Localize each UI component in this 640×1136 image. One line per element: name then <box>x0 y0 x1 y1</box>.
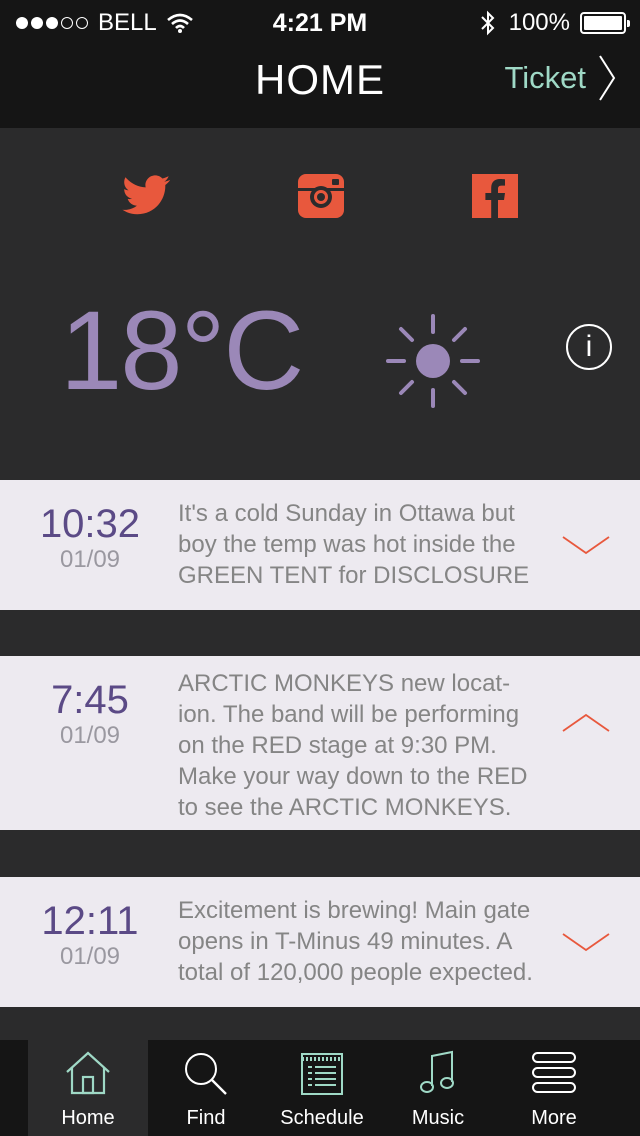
home-icon <box>66 1051 110 1095</box>
ticket-label: Ticket <box>504 60 586 95</box>
weather-panel: 18°C i <box>0 128 640 478</box>
feed-time: 12:11 <box>41 899 139 943</box>
feed-date: 01/09 <box>59 943 121 970</box>
tab-home[interactable]: Home <box>28 1040 148 1136</box>
feed-text-line: ARCTIC MONKEYS new locat- <box>178 670 511 697</box>
feed-text-line: opens in T-Minus 49 minutes. A <box>178 928 513 955</box>
feed-time: 10:32 <box>39 502 141 546</box>
tab-find[interactable]: Find <box>148 1040 264 1136</box>
tab-label: Music <box>411 1107 465 1129</box>
feed-text-line: ion. The band will be performing <box>178 701 520 728</box>
nav-bar: HOME Ticket <box>0 44 640 128</box>
tab-more[interactable]: More <box>496 1040 612 1136</box>
tab-schedule[interactable]: Schedule <box>264 1040 380 1136</box>
feed-text: It's a cold Sunday in Ottawa but boy the… <box>178 498 558 591</box>
status-right: 100% <box>479 9 630 37</box>
feed-text-line: on the RED stage at 9:30 PM. <box>178 732 497 759</box>
chevron-down-icon[interactable] <box>562 532 610 558</box>
facebook-icon[interactable] <box>470 170 522 222</box>
feed-date: 01/09 <box>59 722 121 749</box>
feed-date: 01/09 <box>59 546 121 573</box>
search-icon <box>185 1053 227 1095</box>
tab-music[interactable]: Music <box>380 1040 496 1136</box>
feed-item[interactable]: 12:11 01/09 Excitement is brewing! Main … <box>0 877 640 1007</box>
feed-text-line: total of 120,000 people expected. <box>178 959 533 986</box>
info-button[interactable]: i <box>566 324 612 370</box>
battery-percent: 100% <box>508 9 570 36</box>
tab-label: More <box>531 1107 577 1129</box>
tab-label: Home <box>61 1107 115 1129</box>
chevron-up-icon[interactable] <box>562 710 610 736</box>
chevron-down-icon[interactable] <box>562 929 610 955</box>
tab-label: Find <box>186 1107 226 1129</box>
music-note-icon <box>420 1050 454 1093</box>
feed-text-line: to see the ARCTIC MONKEYS. <box>178 794 512 821</box>
feed-text-line: Make your way down to the RED <box>178 763 528 790</box>
chevron-right-icon <box>599 55 616 101</box>
more-icon <box>532 1052 576 1093</box>
battery-icon <box>580 12 630 34</box>
feed-text-line: Excitement is brewing! Main gate <box>178 897 531 924</box>
feed-text-line: GREEN TENT for DISCLOSURE <box>178 562 530 589</box>
bluetooth-icon <box>480 10 495 36</box>
feed-text-line: It's a cold Sunday in Ottawa but <box>178 500 515 527</box>
instagram-icon[interactable] <box>296 170 348 222</box>
feed-item[interactable]: 7:45 01/09 ARCTIC MONKEYS new locat- ion… <box>0 656 640 830</box>
temperature: 18°C <box>60 288 304 413</box>
schedule-icon <box>301 1053 343 1095</box>
feed-text: ARCTIC MONKEYS new locat- ion. The band … <box>178 668 558 823</box>
feed-text-line: boy the temp was hot inside the <box>178 531 516 558</box>
tab-bar: Home Find Schedule Music More <box>0 1040 640 1136</box>
feed-time: 7:45 <box>51 678 129 722</box>
ticket-button[interactable]: Ticket <box>504 54 616 102</box>
feed-item[interactable]: 10:32 01/09 It's a cold Sunday in Ottawa… <box>0 480 640 610</box>
sun-icon <box>386 314 480 408</box>
status-bar: BELL 4:21 PM 100% <box>0 0 640 44</box>
twitter-icon[interactable] <box>120 170 172 222</box>
feed-text: Excitement is brewing! Main gate opens i… <box>178 895 558 988</box>
tab-label: Schedule <box>280 1107 364 1129</box>
